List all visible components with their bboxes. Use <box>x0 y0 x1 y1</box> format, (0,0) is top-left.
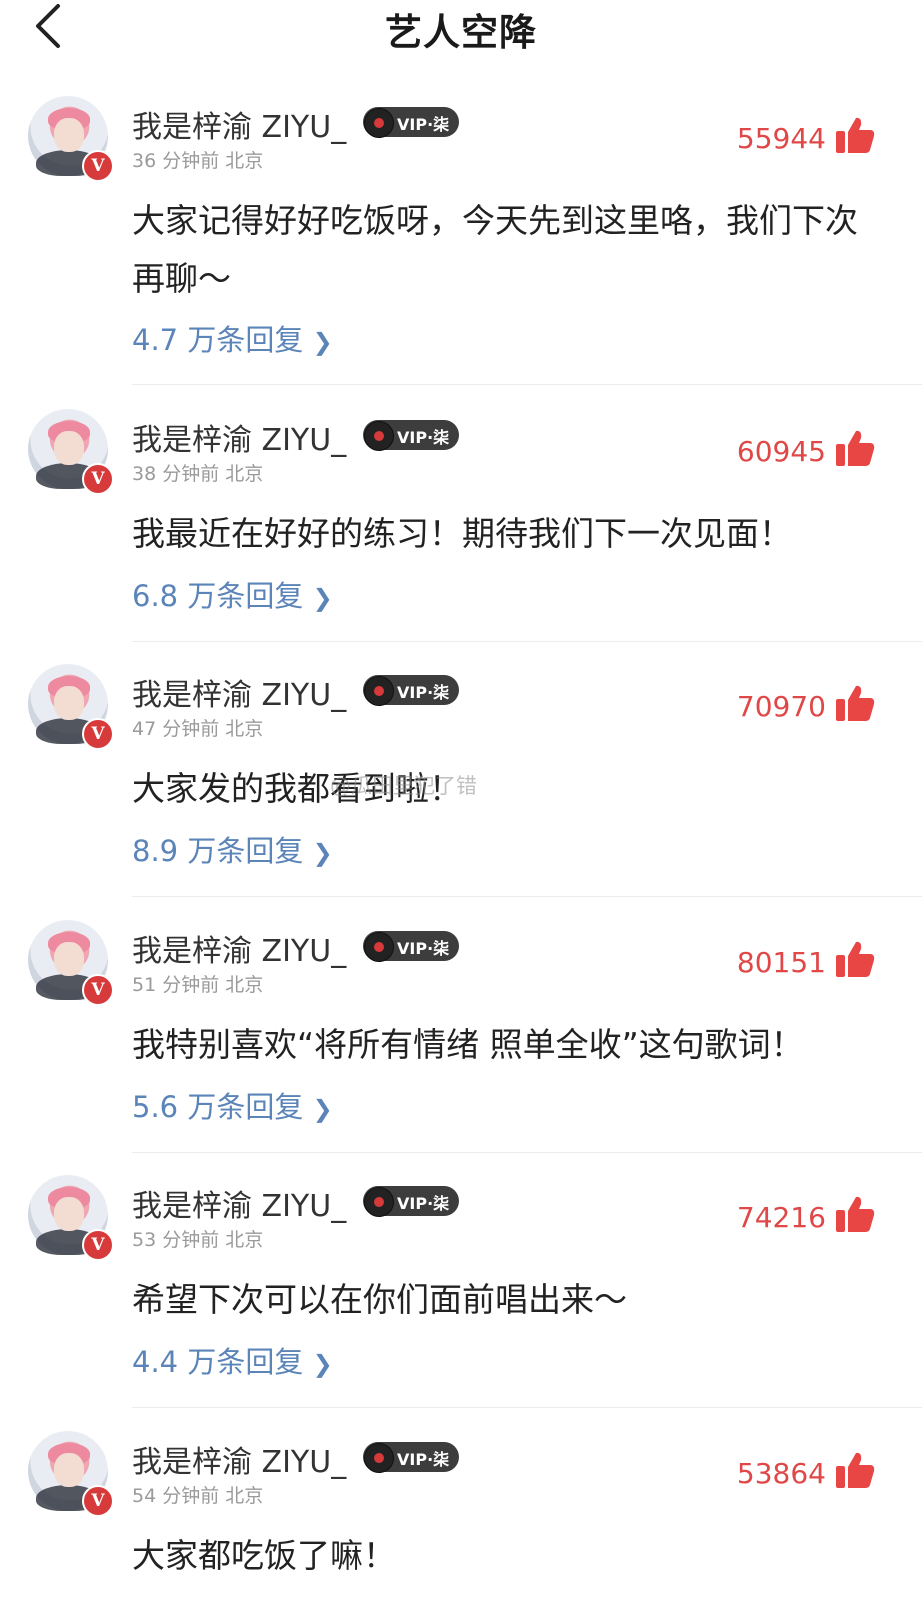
comment-location: 北京 <box>225 1229 264 1251</box>
view-replies-link[interactable]: 4.4 万条回复 ❯ <box>132 1339 333 1381</box>
comment-location: 北京 <box>225 1485 264 1507</box>
view-replies-link[interactable]: 5.6 万条回复 ❯ <box>132 1084 333 1126</box>
comment-location: 北京 <box>225 463 264 485</box>
vip-level-badge: VIP·柒 <box>363 1186 459 1217</box>
vip-level-badge: VIP·柒 <box>363 420 459 451</box>
avatar[interactable]: V <box>28 664 114 750</box>
comment-meta: 47 分钟前 北京 <box>132 714 263 741</box>
vinyl-record-icon <box>364 1443 394 1473</box>
comment-item: V 我是梓渝 ZIYU_ VIP·柒 38 分钟前 北京 60945 我最近在好… <box>0 409 922 642</box>
divider <box>132 384 922 385</box>
comment-meta: 36 分钟前 北京 <box>132 146 263 173</box>
comment-meta: 51 分钟前 北京 <box>132 970 263 997</box>
avatar[interactable]: V <box>28 1431 114 1517</box>
page-title: 艺人空降 <box>385 11 537 54</box>
username[interactable]: 我是梓渝 ZIYU_ <box>132 926 346 970</box>
thumbs-up-icon[interactable] <box>834 682 876 724</box>
vip-level-badge: VIP·柒 <box>363 1442 459 1473</box>
verified-v-badge-icon: V <box>82 1485 114 1517</box>
avatar[interactable]: V <box>28 1175 114 1261</box>
like-count: 70970 <box>736 690 826 723</box>
divider <box>132 641 922 642</box>
avatar[interactable]: V <box>28 409 114 495</box>
comment-meta: 54 分钟前 北京 <box>132 1481 263 1508</box>
thumbs-up-icon[interactable] <box>834 1449 876 1491</box>
comment-meta: 53 分钟前 北京 <box>132 1225 263 1252</box>
vip-level-badge: VIP·柒 <box>363 931 459 962</box>
comment-time: 53 分钟前 <box>132 1229 220 1251</box>
watermark: @瓜田里犯了错 <box>330 774 477 798</box>
like-count: 80151 <box>736 946 826 979</box>
vinyl-record-icon <box>364 421 394 451</box>
verified-v-badge-icon: V <box>82 463 114 495</box>
chevron-right-icon: ❯ <box>312 1350 333 1378</box>
comment-time: 36 分钟前 <box>132 150 220 172</box>
divider <box>132 896 922 897</box>
comment-text: 我特别喜欢“将所有情绪 照单全收”这句歌词！ <box>132 1025 804 1064</box>
like-count: 55944 <box>736 122 826 155</box>
username[interactable]: 我是梓渝 ZIYU_ <box>132 670 346 714</box>
username[interactable]: 我是梓渝 ZIYU_ <box>132 415 346 459</box>
comment-item: V 我是梓渝 ZIYU_ VIP·柒 53 分钟前 北京 74216 希望下次可… <box>0 1175 922 1408</box>
like-count: 60945 <box>736 435 826 468</box>
chevron-right-icon: ❯ <box>312 1095 333 1123</box>
verified-v-badge-icon: V <box>82 718 114 750</box>
vip-level-badge: VIP·柒 <box>363 675 459 706</box>
comment-location: 北京 <box>225 718 264 740</box>
thumbs-up-icon[interactable] <box>834 114 876 156</box>
comment-time: 54 分钟前 <box>132 1485 220 1507</box>
vinyl-record-icon <box>364 932 394 962</box>
top-bar: 艺人空降 <box>0 0 922 66</box>
comment-text: 大家记得好好吃饭呀，今天先到这里咯，我们下次再聊～ <box>132 201 858 298</box>
vinyl-record-icon <box>364 108 394 138</box>
view-replies-link[interactable]: 8.9 万条回复 ❯ <box>132 828 333 870</box>
comment-meta: 38 分钟前 北京 <box>132 459 263 486</box>
comment-item: V 我是梓渝 ZIYU_ VIP·柒 51 分钟前 北京 80151 我特别喜欢… <box>0 920 922 1153</box>
chevron-right-icon: ❯ <box>312 328 333 356</box>
comment-text: 我最近在好好的练习！期待我们下一次见面！ <box>132 514 792 553</box>
username[interactable]: 我是梓渝 ZIYU_ <box>132 1437 346 1481</box>
verified-v-badge-icon: V <box>82 974 114 1006</box>
vinyl-record-icon <box>364 676 394 706</box>
view-replies-link[interactable]: 4.7 万条回复 ❯ <box>132 317 333 359</box>
thumbs-up-icon[interactable] <box>834 427 876 469</box>
view-replies-link[interactable]: 6.8 万条回复 ❯ <box>132 573 333 615</box>
chevron-right-icon: ❯ <box>312 584 333 612</box>
username[interactable]: 我是梓渝 ZIYU_ <box>132 102 346 146</box>
comment-time: 38 分钟前 <box>132 463 220 485</box>
comment-item: V 我是梓渝 ZIYU_ VIP·柒 54 分钟前 北京 53864 大家都吃饭… <box>0 1431 922 1599</box>
comment-location: 北京 <box>225 150 264 172</box>
thumbs-up-icon[interactable] <box>834 1193 876 1235</box>
comment-item: V 我是梓渝 ZIYU_ VIP·柒 36 分钟前 北京 55944 大家记得好… <box>0 96 922 388</box>
like-count: 53864 <box>736 1457 826 1490</box>
comment-location: 北京 <box>225 974 264 996</box>
chevron-right-icon: ❯ <box>312 839 333 867</box>
thumbs-up-icon[interactable] <box>834 938 876 980</box>
vip-level-badge: VIP·柒 <box>363 107 459 138</box>
vinyl-record-icon <box>364 1187 394 1217</box>
avatar[interactable]: V <box>28 96 114 182</box>
comment-text: 希望下次可以在你们面前唱出来～ <box>132 1280 627 1319</box>
comment-text: 大家发的我都看到啦！ <box>132 769 462 808</box>
comment-text: 大家都吃饭了嘛！ <box>132 1536 396 1575</box>
avatar[interactable]: V <box>28 920 114 1006</box>
username[interactable]: 我是梓渝 ZIYU_ <box>132 1181 346 1225</box>
verified-v-badge-icon: V <box>82 1229 114 1261</box>
comment-time: 51 分钟前 <box>132 974 220 996</box>
verified-v-badge-icon: V <box>82 150 114 182</box>
comment-time: 47 分钟前 <box>132 718 220 740</box>
divider <box>132 1407 922 1408</box>
like-count: 74216 <box>736 1201 826 1234</box>
divider <box>132 1152 922 1153</box>
